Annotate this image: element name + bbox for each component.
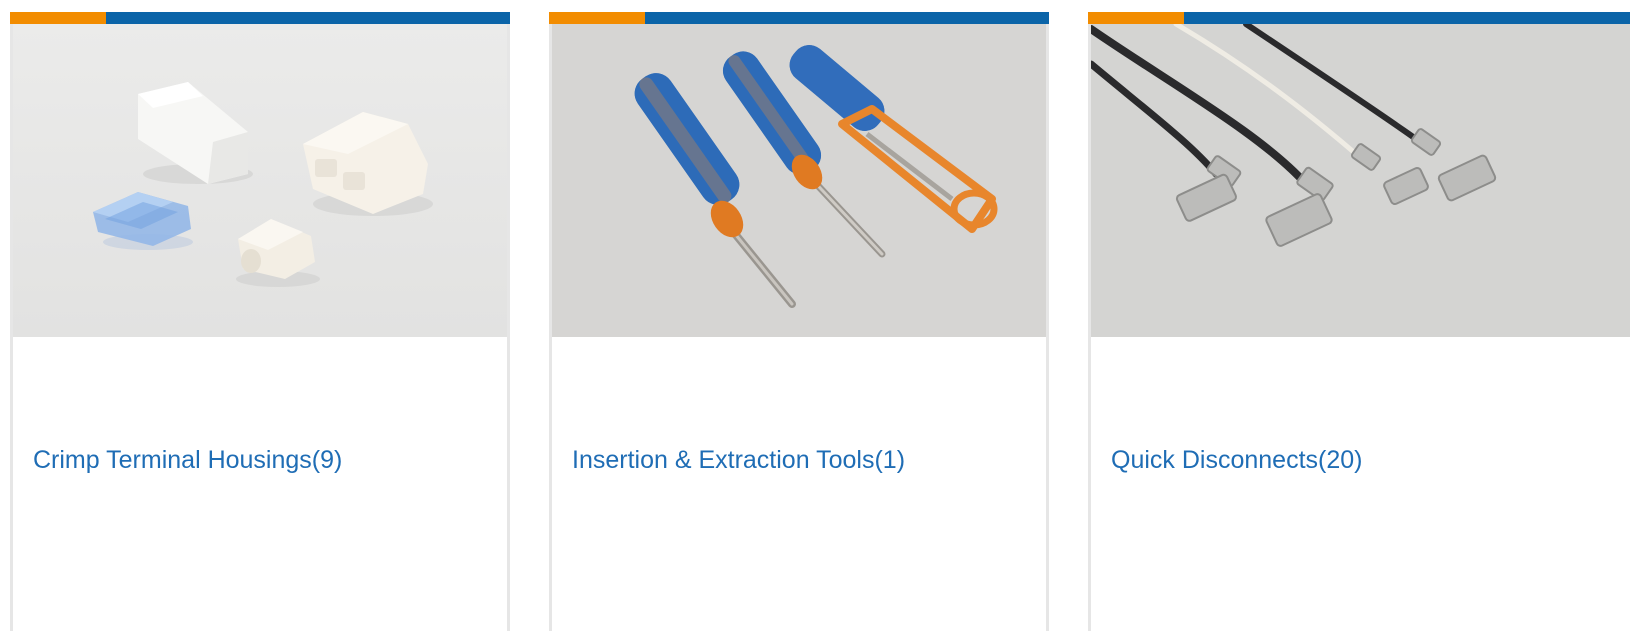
accent-bar-blue <box>645 12 1049 24</box>
category-link-label[interactable]: Crimp Terminal Housings(9) <box>33 444 342 476</box>
accent-bar-blue <box>106 12 510 24</box>
insertion-extraction-tools-photo[interactable] <box>552 24 1046 337</box>
category-card-crimp-terminal-housings[interactable]: Crimp Terminal Housings(9) <box>10 12 510 631</box>
category-card-insertion-extraction-tools[interactable]: Insertion & Extraction Tools(1) <box>549 12 1049 631</box>
card-top-accent-bar <box>10 12 510 24</box>
category-grid: Crimp Terminal Housings(9) Insertion & E… <box>0 0 1630 631</box>
accent-bar-orange <box>549 12 645 24</box>
category-link-label[interactable]: Insertion & Extraction Tools(1) <box>572 444 905 476</box>
accent-bar-orange <box>10 12 106 24</box>
quick-disconnects-photo[interactable] <box>1091 24 1630 337</box>
category-card-quick-disconnects[interactable]: Quick Disconnects(20) <box>1088 12 1630 631</box>
card-top-accent-bar <box>1088 12 1630 24</box>
accent-bar-orange <box>1088 12 1184 24</box>
accent-bar-blue <box>1184 12 1630 24</box>
crimp-terminal-housings-photo[interactable] <box>13 24 507 337</box>
category-link-label[interactable]: Quick Disconnects(20) <box>1111 444 1362 476</box>
card-top-accent-bar <box>549 12 1049 24</box>
